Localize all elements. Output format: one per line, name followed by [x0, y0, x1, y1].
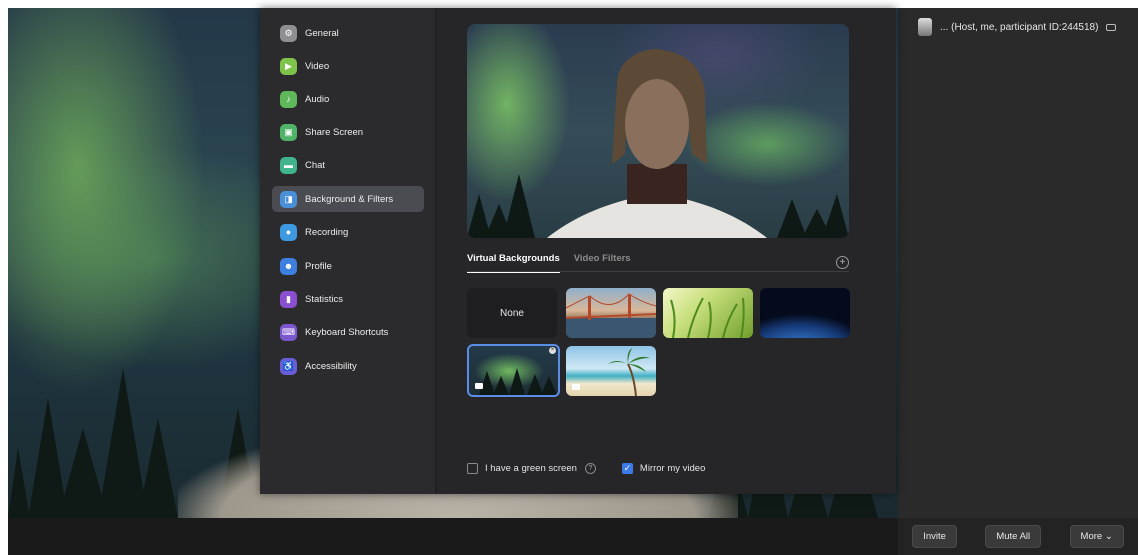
plus-circle-icon[interactable]: +	[836, 256, 849, 269]
video-preview	[467, 24, 849, 238]
nav-item-label: Video	[305, 60, 330, 72]
close-icon[interactable]: ×	[549, 347, 556, 354]
nav-item-keyboard-shortcuts[interactable]: ⌨ Keyboard Shortcuts	[272, 319, 424, 345]
nav-item-accessibility[interactable]: ♿ Accessibility	[272, 353, 424, 379]
accessibility-icon: ♿	[280, 357, 297, 375]
nav-item-general[interactable]: ⚙ General	[272, 20, 424, 46]
settings-dialog: ⚙ General ▶ Video ♪ Audio ▣ Share Screen…	[260, 8, 896, 494]
green-screen-label: I have a green screen	[485, 462, 577, 474]
meeting-toolbar	[8, 518, 898, 555]
bar-chart-icon: ▮	[280, 290, 297, 308]
nav-item-chat[interactable]: ▬ Chat	[272, 152, 424, 178]
profile-icon: ☻	[280, 257, 297, 275]
portrait-icon: ◨	[280, 190, 297, 208]
invite-button[interactable]: Invite	[912, 525, 957, 548]
gear-icon: ⚙	[280, 24, 297, 42]
share-screen-icon: ▣	[280, 123, 297, 141]
video-camera-icon	[1106, 23, 1117, 31]
participant-name: ... (Host, me, participant ID:244518)	[940, 21, 1099, 33]
background-option-earth[interactable]	[760, 288, 850, 338]
nav-item-statistics[interactable]: ▮ Statistics	[272, 286, 424, 312]
record-icon: ●	[280, 223, 297, 241]
grass-image	[670, 297, 745, 338]
video-camera-icon	[475, 383, 483, 389]
nav-item-label: Recording	[305, 226, 349, 238]
background-none-label: None	[500, 307, 524, 319]
tab-video-filters[interactable]: Video Filters	[574, 253, 631, 273]
keyboard-icon: ⌨	[280, 323, 297, 341]
background-filters-panel: Virtual Backgrounds Video Filters + None	[437, 8, 896, 494]
bridge-image	[566, 293, 656, 338]
nav-item-label: Profile	[305, 260, 332, 272]
chat-bubble-icon: ▬	[280, 156, 297, 174]
background-option-grass[interactable]	[663, 288, 753, 338]
nav-item-label: General	[305, 27, 339, 39]
background-option-golden-gate[interactable]	[566, 288, 656, 338]
green-screen-checkbox[interactable]	[467, 462, 478, 474]
mute-all-button[interactable]: Mute All	[985, 525, 1042, 548]
nav-item-share-screen[interactable]: ▣ Share Screen	[272, 119, 424, 145]
tabs-divider	[467, 271, 849, 272]
nav-item-label: Audio	[305, 93, 330, 105]
background-option-aurora[interactable]: ×	[467, 344, 560, 397]
nav-item-label: Background & Filters	[305, 193, 394, 205]
nav-item-label: Keyboard Shortcuts	[305, 326, 389, 338]
headphones-icon: ♪	[280, 90, 297, 108]
participants-footer: Invite Mute All More ⌄	[898, 518, 1138, 555]
nav-item-recording[interactable]: ● Recording	[272, 219, 424, 245]
background-option-beach[interactable]	[566, 346, 656, 396]
nav-item-label: Statistics	[305, 293, 344, 305]
background-tabs: Virtual Backgrounds Video Filters	[467, 253, 631, 273]
background-option-none[interactable]: None	[467, 288, 557, 338]
participant-avatar	[918, 18, 932, 36]
nav-item-video[interactable]: ▶ Video	[272, 53, 424, 79]
nav-item-label: Chat	[305, 159, 326, 171]
participant-row[interactable]: ... (Host, me, participant ID:244518)	[918, 14, 1117, 40]
nav-item-background-filters[interactable]: ◨ Background & Filters	[272, 186, 424, 212]
nav-item-label: Accessibility	[305, 360, 357, 372]
nav-item-audio[interactable]: ♪ Audio	[272, 86, 424, 112]
more-button[interactable]: More ⌄	[1069, 525, 1124, 548]
participants-panel: ... (Host, me, participant ID:244518) In…	[898, 8, 1138, 555]
nav-item-profile[interactable]: ☻ Profile	[272, 253, 424, 279]
tab-virtual-backgrounds[interactable]: Virtual Backgrounds	[467, 253, 560, 273]
video-camera-icon: ▶	[280, 57, 297, 75]
background-options: I have a green screen ? ✓ Mirror my vide…	[467, 460, 705, 476]
preview-scene	[467, 49, 849, 238]
question-circle-icon[interactable]: ?	[584, 462, 596, 474]
video-camera-icon	[572, 384, 580, 390]
nav-item-label: Share Screen	[305, 126, 364, 138]
settings-sidebar: ⚙ General ▶ Video ♪ Audio ▣ Share Screen…	[260, 8, 436, 494]
mirror-video-label: Mirror my video	[639, 462, 706, 474]
mirror-video-checkbox[interactable]: ✓	[621, 462, 633, 474]
